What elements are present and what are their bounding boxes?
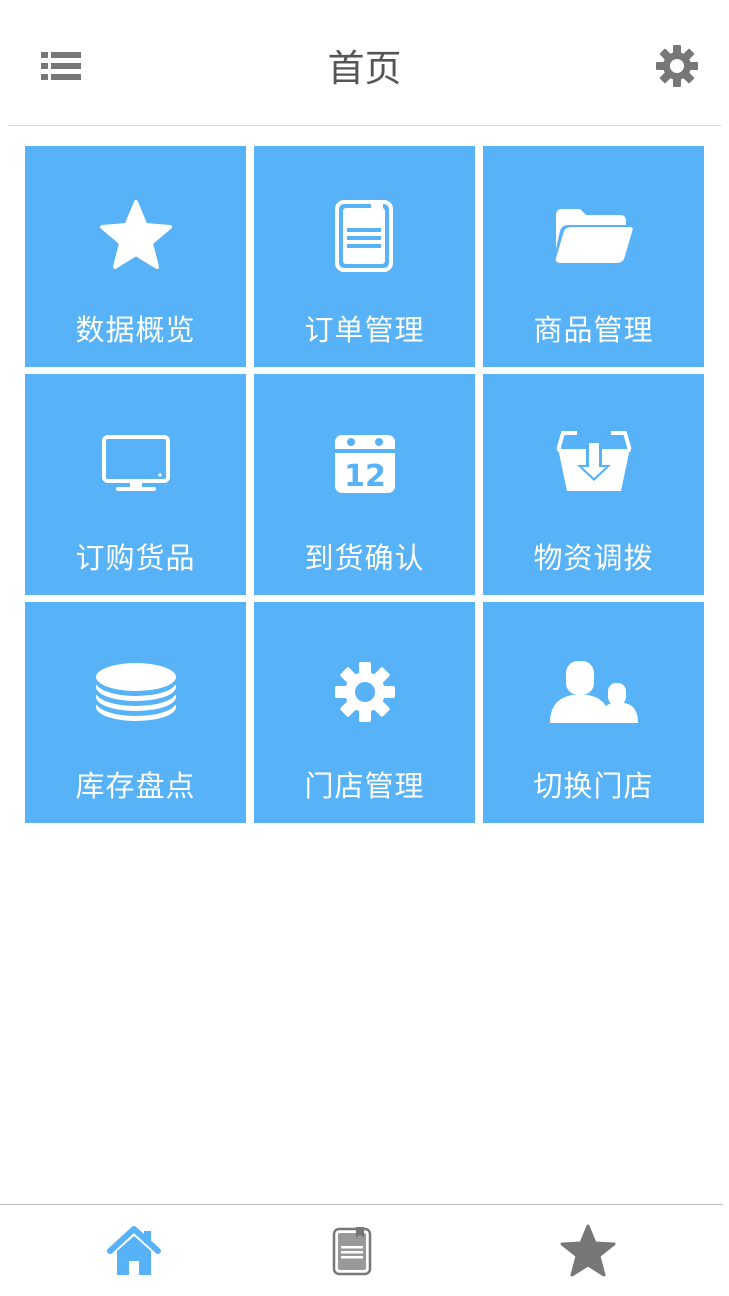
tile-label: 库存盘点 [75, 769, 196, 803]
calendar-day: 12 [344, 459, 386, 494]
document-icon [334, 200, 393, 272]
tile-arrival-confirm[interactable]: 12 到货确认 [254, 374, 475, 595]
tab-favorites[interactable] [553, 1218, 623, 1284]
star-icon [99, 200, 172, 269]
database-icon [95, 663, 176, 721]
tile-product-management[interactable]: 商品管理 [483, 146, 704, 367]
calendar-icon: 12 [334, 435, 395, 494]
gear-icon [334, 662, 395, 722]
tile-label: 物资调拨 [533, 541, 654, 575]
tile-order-management[interactable]: 订单管理 [254, 146, 475, 367]
tile-label: 门店管理 [304, 769, 425, 803]
tile-inventory-check[interactable]: 库存盘点 [25, 602, 246, 823]
tile-store-management[interactable]: 门店管理 [254, 602, 475, 823]
tile-label: 到货确认 [304, 541, 425, 575]
tile-label: 订单管理 [304, 313, 425, 347]
tile-material-transfer[interactable]: 物资调拨 [483, 374, 704, 595]
gear-icon [656, 45, 698, 87]
monitor-icon [101, 435, 170, 491]
tile-data-overview[interactable]: 数据概览 [25, 146, 246, 367]
tile-switch-store[interactable]: 切换门店 [483, 602, 704, 823]
settings-button[interactable] [654, 43, 700, 89]
page-title: 首页 [327, 47, 402, 90]
tabbar-divider [0, 1204, 723, 1205]
tab-home[interactable] [99, 1218, 169, 1284]
tile-label: 订购货品 [75, 541, 196, 575]
basket-download-icon [556, 431, 631, 491]
home-page: 首页 数据概览 订单管理 商品管理 订购货品 12 到货确认 物资调拨 库存盘点… [0, 0, 729, 1296]
tile-label: 数据概览 [75, 313, 196, 347]
header-bar: 首页 [0, 0, 729, 126]
star-icon [560, 1224, 616, 1277]
tab-orders[interactable] [317, 1218, 387, 1284]
tile-purchase-goods[interactable]: 订购货品 [25, 374, 246, 595]
users-icon [549, 661, 638, 723]
tile-label: 商品管理 [533, 313, 654, 347]
header-divider [8, 125, 721, 126]
home-icon [107, 1226, 161, 1275]
tile-label: 切换门店 [533, 769, 654, 803]
document-icon [332, 1227, 372, 1276]
folder-icon [555, 209, 633, 263]
